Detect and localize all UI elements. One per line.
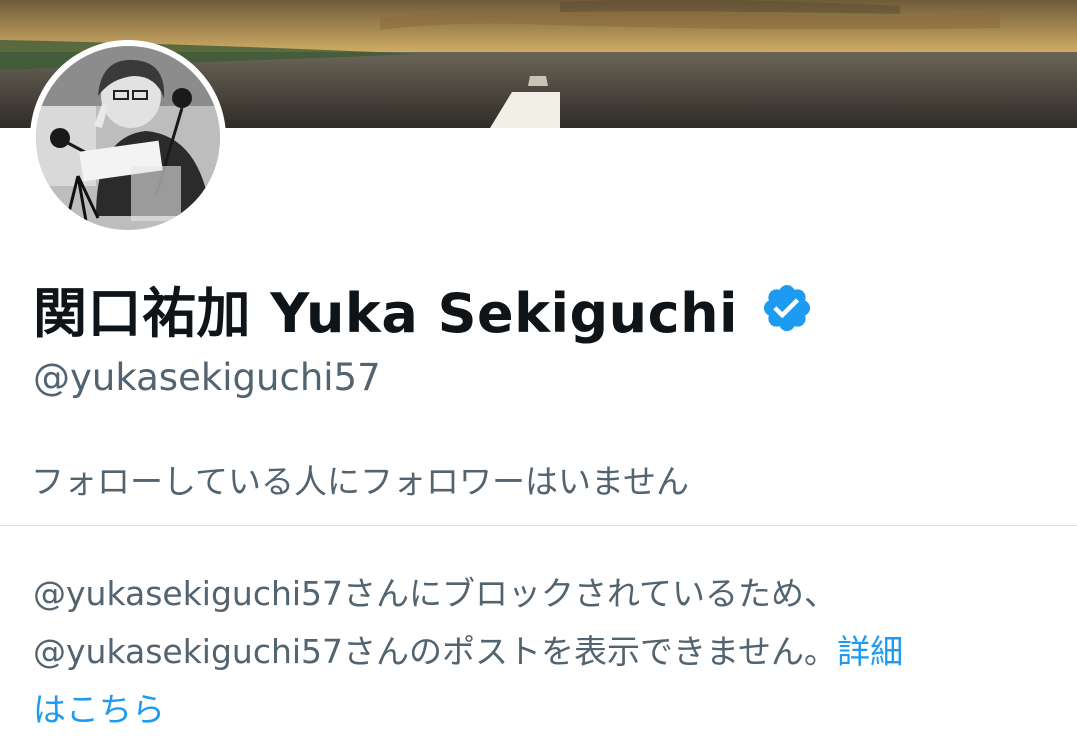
blocked-notice: @yukasekiguchi57さんにブロックされているため、 @yukasek… xyxy=(33,565,1033,739)
learn-more-link-part-2[interactable]: はこちら xyxy=(33,690,165,729)
profile-name-row: 関口祐加 Yuka Sekiguchi xyxy=(33,270,814,346)
profile-handle: @yukasekiguchi57 xyxy=(33,356,381,399)
avatar[interactable] xyxy=(36,46,220,230)
divider xyxy=(0,525,1077,526)
display-name: 関口祐加 Yuka Sekiguchi xyxy=(33,281,739,345)
blocked-notice-line-2: @yukasekiguchi57さんのポストを表示できません。詳細 xyxy=(33,623,1033,681)
blocked-notice-line-3: はこちら xyxy=(33,681,1033,739)
followers-you-know-text: フォローしている人にフォロワーはいません xyxy=(31,462,690,501)
blocked-notice-line-1: @yukasekiguchi57さんにブロックされているため、 xyxy=(33,574,838,613)
blocked-notice-line-2-text: @yukasekiguchi57さんのポストを表示できません。 xyxy=(33,632,838,671)
avatar-frame[interactable] xyxy=(30,40,226,236)
learn-more-link-part-1[interactable]: 詳細 xyxy=(837,632,903,671)
verified-badge-icon[interactable] xyxy=(760,281,814,335)
